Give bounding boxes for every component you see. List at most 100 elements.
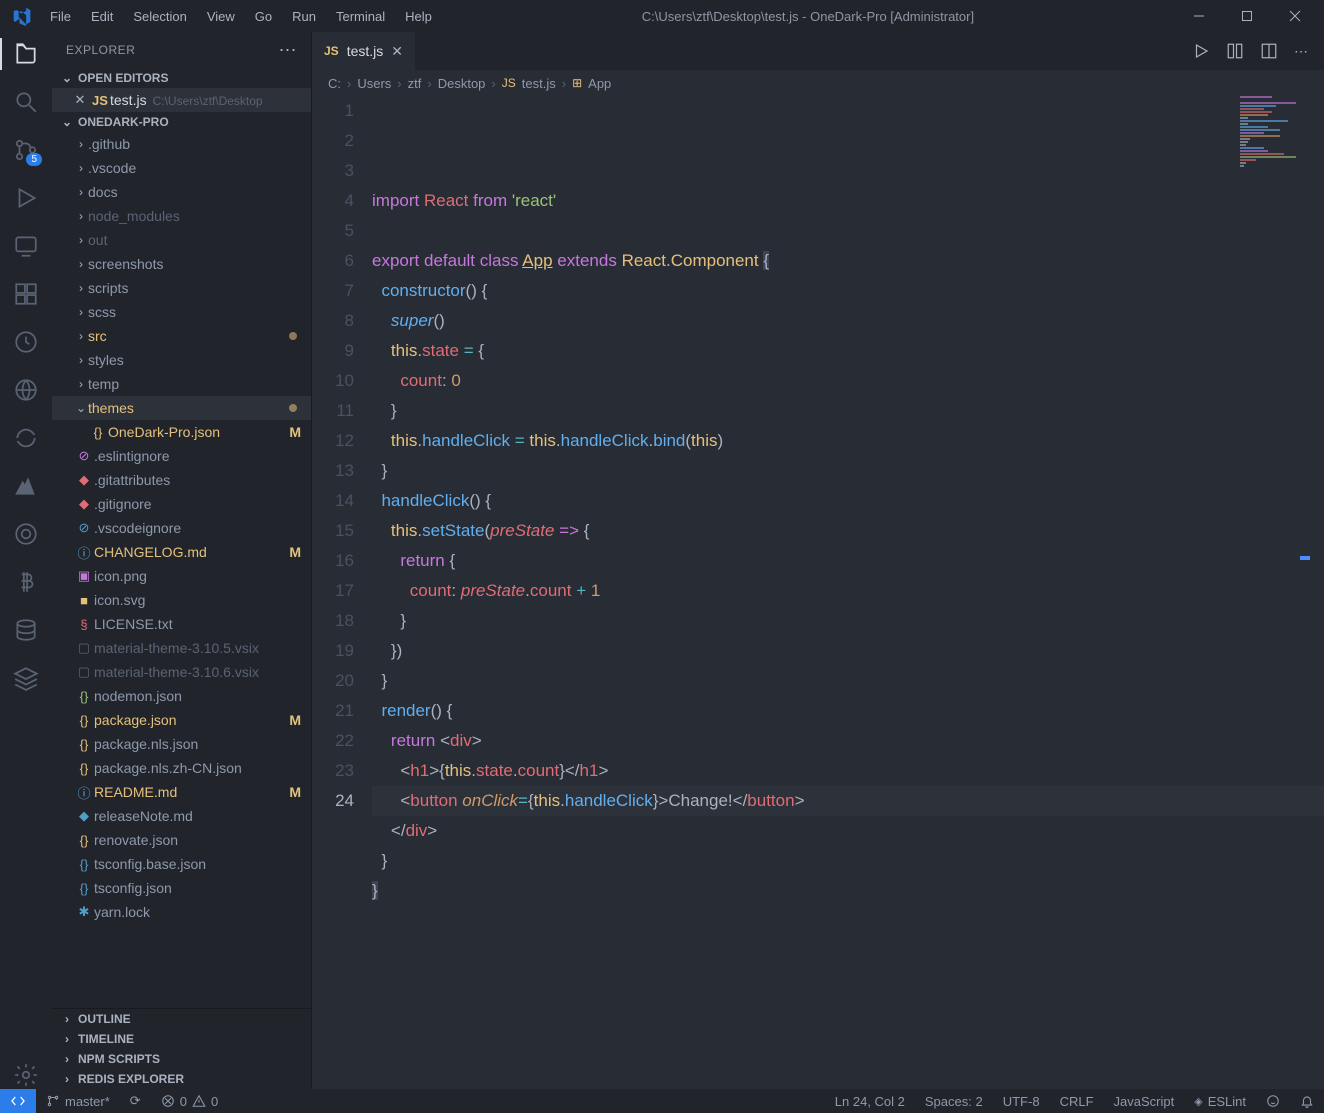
tree-item-label: styles (88, 352, 311, 368)
minimize-button[interactable] (1176, 0, 1222, 32)
open-editor-item[interactable]: ✕ JS test.jsC:\Users\ztf\Desktop (52, 88, 311, 112)
file-tsconfig-json[interactable]: {}tsconfig.json (52, 876, 311, 900)
menu-file[interactable]: File (42, 5, 79, 28)
file-package-nls-zh-cn-json[interactable]: {}package.nls.zh-CN.json (52, 756, 311, 780)
file--gitattributes[interactable]: ◆.gitattributes (52, 468, 311, 492)
eol[interactable]: CRLF (1050, 1089, 1104, 1113)
breadcrumb-segment[interactable]: ztf (408, 76, 422, 91)
folder-out[interactable]: ›out (52, 228, 311, 252)
close-icon[interactable]: ✕ (70, 92, 90, 108)
feedback-icon[interactable] (1256, 1089, 1290, 1113)
file-material-theme-3-10-5-vsix[interactable]: ▢material-theme-3.10.5.vsix (52, 636, 311, 660)
close-button[interactable] (1272, 0, 1318, 32)
encoding[interactable]: UTF-8 (993, 1089, 1050, 1113)
menu-edit[interactable]: Edit (83, 5, 121, 28)
file--eslintignore[interactable]: ⊘.eslintignore (52, 444, 311, 468)
run-debug-icon[interactable] (12, 184, 40, 212)
editor-tab[interactable]: JS test.js ✕ (312, 32, 415, 70)
section-redis-explorer[interactable]: ›REDIS EXPLORER (52, 1069, 311, 1089)
diff-icon[interactable] (1226, 42, 1244, 60)
language-mode[interactable]: JavaScript (1104, 1089, 1185, 1113)
more-actions-icon[interactable]: ⋯ (1294, 43, 1308, 60)
maximize-button[interactable] (1224, 0, 1270, 32)
breadcrumb-segment[interactable]: Desktop (438, 76, 486, 91)
menu-selection[interactable]: Selection (125, 5, 194, 28)
file-onedark-pro-json[interactable]: {}OneDark-Pro.jsonM (52, 420, 311, 444)
menu-run[interactable]: Run (284, 5, 324, 28)
run-file-icon[interactable] (1192, 42, 1210, 60)
azure-icon[interactable] (12, 472, 40, 500)
file-renovate-json[interactable]: {}renovate.json (52, 828, 311, 852)
file-yarn-lock[interactable]: ✱yarn.lock (52, 900, 311, 924)
database-icon[interactable] (12, 616, 40, 644)
tab-close-icon[interactable]: ✕ (391, 43, 403, 60)
git-sync[interactable]: ⟳ (120, 1089, 151, 1113)
breadcrumbs[interactable]: C:›Users›ztf›Desktop›JStest.js›⊞App (312, 70, 1324, 96)
sync-icon[interactable] (12, 424, 40, 452)
folder-screenshots[interactable]: ›screenshots (52, 252, 311, 276)
explorer-icon[interactable] (12, 40, 40, 68)
editor-actions: ⋯ (1176, 32, 1324, 70)
file-icon-png[interactable]: ▣icon.png (52, 564, 311, 588)
menu-view[interactable]: View (199, 5, 243, 28)
git-branch[interactable]: master* (36, 1089, 120, 1113)
breadcrumb-segment[interactable]: App (588, 76, 611, 91)
file-changelog-md[interactable]: ⓘCHANGELOG.mdM (52, 540, 311, 564)
sidebar-more-icon[interactable]: ⋯ (279, 40, 298, 61)
file-package-nls-json[interactable]: {}package.nls.json (52, 732, 311, 756)
remote-explorer-icon[interactable] (12, 232, 40, 260)
settings-gear-icon[interactable] (12, 1061, 40, 1089)
target-icon[interactable] (12, 520, 40, 548)
bitcoin-icon[interactable] (12, 568, 40, 596)
folder-scripts[interactable]: ›scripts (52, 276, 311, 300)
extensions-icon[interactable] (12, 280, 40, 308)
file-nodemon-json[interactable]: {}nodemon.json (52, 684, 311, 708)
file-material-theme-3-10-6-vsix[interactable]: ▢material-theme-3.10.6.vsix (52, 660, 311, 684)
menu-go[interactable]: Go (247, 5, 280, 28)
file-readme-md[interactable]: ⓘREADME.mdM (52, 780, 311, 804)
folder-node_modules[interactable]: ›node_modules (52, 204, 311, 228)
file-tsconfig-base-json[interactable]: {}tsconfig.base.json (52, 852, 311, 876)
search-icon[interactable] (12, 88, 40, 116)
menu-help[interactable]: Help (397, 5, 440, 28)
remote-indicator-icon[interactable] (0, 1089, 36, 1113)
split-editor-icon[interactable] (1260, 42, 1278, 60)
source-control-icon[interactable]: 5 (12, 136, 40, 164)
workspace-root-section[interactable]: ⌄ ONEDARK-PRO (52, 112, 311, 132)
file-package-json[interactable]: {}package.jsonM (52, 708, 311, 732)
layers-icon[interactable] (12, 664, 40, 692)
file-type-icon: {} (74, 881, 94, 896)
section-timeline[interactable]: ›TIMELINE (52, 1029, 311, 1049)
breadcrumb-segment[interactable]: Users (357, 76, 391, 91)
code-content[interactable]: import React from 'react' export default… (372, 96, 1324, 1089)
line-number: 20 (312, 666, 354, 696)
notifications-icon[interactable] (1290, 1089, 1324, 1113)
section-npm-scripts[interactable]: ›NPM SCRIPTS (52, 1049, 311, 1069)
folder-styles[interactable]: ›styles (52, 348, 311, 372)
file--gitignore[interactable]: ◆.gitignore (52, 492, 311, 516)
file--vscodeignore[interactable]: ⊘.vscodeignore (52, 516, 311, 540)
code-editor[interactable]: 123456789101112131415161718192021222324 … (312, 96, 1324, 1089)
breadcrumb-segment[interactable]: test.js (522, 76, 556, 91)
breadcrumb-segment[interactable]: C: (328, 76, 341, 91)
browser-icon[interactable] (12, 376, 40, 404)
sync-icon: ⟳ (130, 1093, 141, 1109)
testing-icon[interactable] (12, 328, 40, 356)
folder-scss[interactable]: ›scss (52, 300, 311, 324)
file-license-txt[interactable]: §LICENSE.txt (52, 612, 311, 636)
folder--vscode[interactable]: ›.vscode (52, 156, 311, 180)
open-editors-section[interactable]: ⌄ OPEN EDITORS (52, 68, 311, 88)
menu-terminal[interactable]: Terminal (328, 5, 393, 28)
folder-themes[interactable]: ⌄themes (52, 396, 311, 420)
folder-src[interactable]: ›src (52, 324, 311, 348)
problems[interactable]: 0 0 (151, 1089, 228, 1113)
file-releasenote-md[interactable]: ◆releaseNote.md (52, 804, 311, 828)
eslint-status[interactable]: ◈ESLint (1184, 1089, 1256, 1113)
folder-temp[interactable]: ›temp (52, 372, 311, 396)
section-outline[interactable]: ›OUTLINE (52, 1009, 311, 1029)
folder-docs[interactable]: ›docs (52, 180, 311, 204)
indentation[interactable]: Spaces: 2 (915, 1089, 993, 1113)
file-icon-svg[interactable]: ■icon.svg (52, 588, 311, 612)
folder--github[interactable]: ›.github (52, 132, 311, 156)
cursor-position[interactable]: Ln 24, Col 2 (825, 1089, 915, 1113)
